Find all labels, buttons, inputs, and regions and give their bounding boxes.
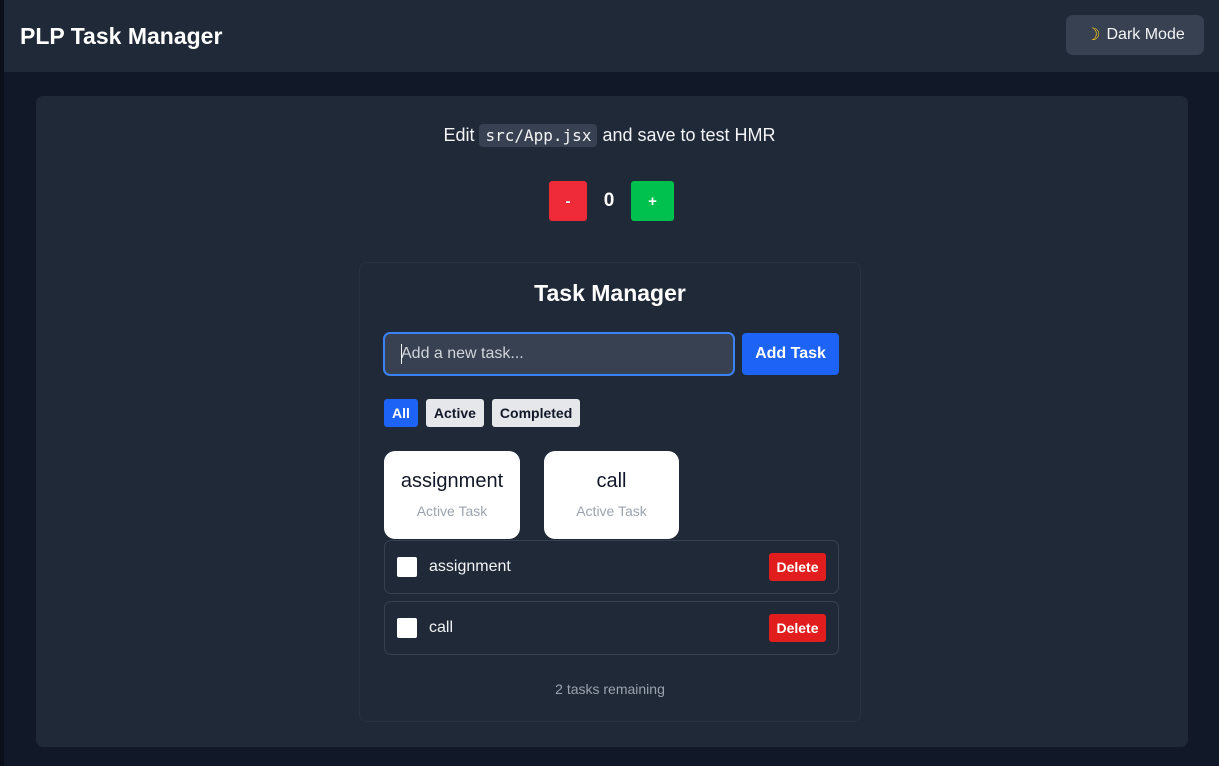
dark-mode-toggle-button[interactable]: ☽ Dark Mode — [1066, 15, 1204, 55]
app-title: PLP Task Manager — [20, 22, 223, 49]
tasks-remaining: 2 tasks remaining — [555, 681, 665, 697]
filter-active-button[interactable]: Active — [425, 399, 484, 427]
counter: - 0 + — [549, 181, 674, 221]
task-row: call Delete — [384, 601, 839, 655]
task-chip-subtitle: Active Task — [416, 503, 488, 519]
add-task-button[interactable]: Add Task — [742, 333, 839, 375]
task-manager-title: Task Manager — [534, 280, 686, 306]
decrement-button[interactable]: - — [549, 181, 587, 221]
text-caret — [401, 344, 402, 364]
app-header: PLP Task Manager ☽ Dark Mode — [4, 0, 1219, 72]
dark-mode-label: Dark Mode — [1106, 26, 1185, 43]
hmr-suffix: and save to test HMR — [602, 125, 776, 145]
task-chip[interactable]: call Active Task — [544, 451, 679, 539]
filter-all-button[interactable]: All — [384, 399, 418, 427]
task-chip-title: assignment — [400, 470, 504, 492]
hmr-prefix: Edit — [443, 125, 475, 145]
delete-task-button[interactable]: Delete — [769, 614, 826, 642]
filter-completed-button[interactable]: Completed — [491, 399, 581, 427]
window-edge — [0, 0, 4, 766]
task-chip-title: call — [596, 470, 627, 492]
delete-task-button[interactable]: Delete — [769, 553, 826, 581]
task-label: assignment — [429, 558, 511, 575]
counter-value: 0 — [603, 190, 615, 211]
task-chip-subtitle: Active Task — [576, 503, 647, 519]
new-task-input[interactable] — [383, 332, 735, 376]
task-label: call — [429, 619, 454, 636]
moon-icon: ☽ — [1085, 25, 1101, 44]
filter-bar: All Active Completed — [384, 399, 581, 427]
increment-button[interactable]: + — [631, 181, 674, 221]
task-checkbox[interactable] — [397, 557, 417, 577]
task-row: assignment Delete — [384, 540, 839, 594]
hmr-code: src/App.jsx — [479, 124, 598, 147]
task-chip[interactable]: assignment Active Task — [384, 451, 520, 539]
hmr-instructions: Edit src/App.jsx and save to test HMR — [0, 122, 1219, 149]
task-checkbox[interactable] — [397, 618, 417, 638]
